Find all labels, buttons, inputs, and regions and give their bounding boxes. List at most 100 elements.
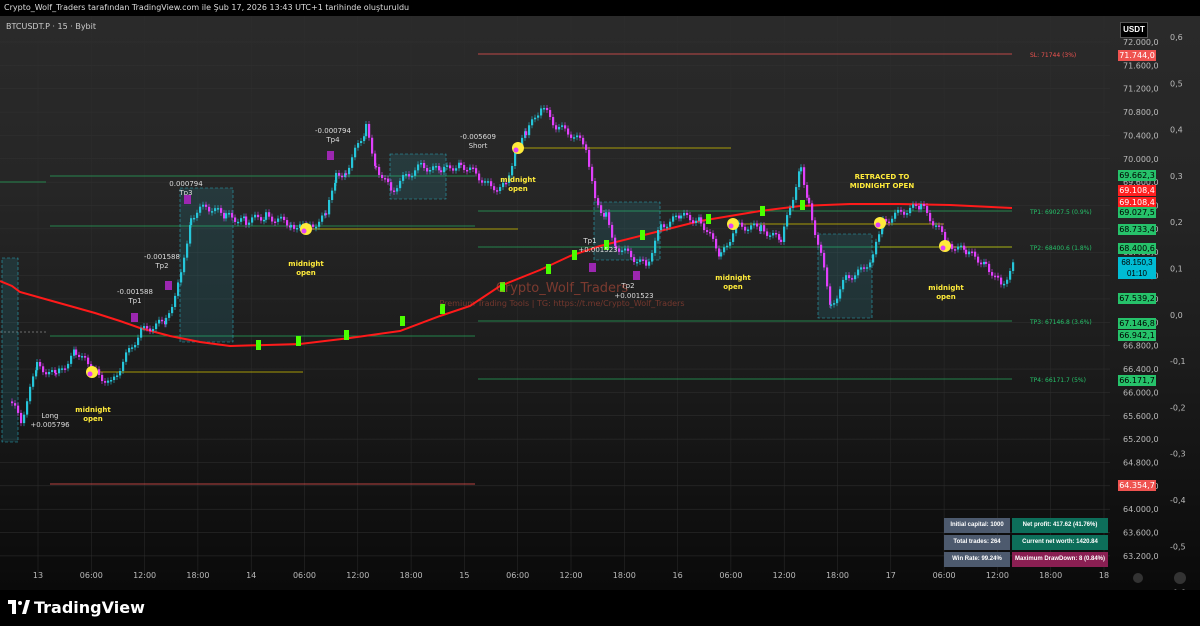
- candle: [499, 187, 502, 191]
- price-axis-label: 65.600,0: [1123, 412, 1159, 421]
- price-tag-label: 67.539,2: [1119, 294, 1155, 303]
- candle: [1006, 279, 1009, 284]
- candle: [683, 212, 686, 216]
- candle: [923, 204, 926, 207]
- candle: [202, 204, 205, 207]
- price-axis-label: 66.400,0: [1123, 365, 1159, 374]
- candle: [196, 212, 199, 218]
- candle: [493, 186, 496, 191]
- candle: [205, 204, 208, 207]
- candle: [534, 117, 537, 120]
- candle: [564, 125, 567, 129]
- candle: [149, 328, 152, 332]
- candle: [36, 362, 39, 371]
- candle: [531, 119, 534, 126]
- midnight-marker-dot: [513, 147, 519, 153]
- currency-button[interactable]: USDT: [1120, 22, 1148, 38]
- candle: [941, 226, 944, 232]
- candle: [155, 323, 158, 330]
- candle: [251, 217, 254, 223]
- candle: [695, 220, 698, 223]
- tp-marker: [131, 313, 138, 322]
- candle: [381, 174, 384, 179]
- candle: [968, 251, 971, 255]
- candle: [591, 166, 594, 182]
- tp-label: 0.000794: [169, 180, 203, 188]
- candle: [45, 372, 48, 375]
- candle: [472, 167, 475, 170]
- price-tag-label: 64.354,7: [1119, 481, 1155, 490]
- candle: [341, 175, 344, 178]
- candle: [567, 128, 570, 135]
- chart-area[interactable]: 72.000,0 71.600,0 71.200,0 70.800,0 70.400,0…: [0, 16, 1200, 598]
- tp-marker: [589, 263, 596, 272]
- candle: [78, 354, 81, 357]
- price-axis-label: 64.000,0: [1123, 505, 1159, 514]
- tp-label: Tp1: [582, 237, 596, 245]
- tp-label: +0.001523: [578, 246, 617, 254]
- candle: [73, 349, 76, 356]
- price-chart[interactable]: 72.000,0 71.600,0 71.200,0 70.800,0 70.400,0…: [0, 16, 1200, 598]
- candle: [338, 172, 341, 176]
- candle: [729, 241, 732, 246]
- time-axis-label: 12:00: [346, 571, 369, 580]
- candle: [621, 250, 624, 252]
- candle: [440, 170, 443, 173]
- candle: [296, 227, 299, 230]
- candle: [558, 126, 561, 130]
- candle: [1012, 262, 1015, 271]
- candle: [792, 199, 795, 208]
- midnight-open-label: midnight: [928, 284, 964, 292]
- candle: [75, 349, 78, 355]
- candle: [546, 107, 549, 111]
- tp-marker: [327, 151, 334, 160]
- candle: [122, 361, 125, 371]
- candle: [254, 214, 257, 218]
- candle: [286, 220, 289, 226]
- candle: [780, 239, 783, 242]
- supertrend-bull-mark: [546, 264, 551, 274]
- candle: [443, 166, 446, 173]
- candle: [753, 223, 756, 226]
- price-axis-label: 70.800,0: [1123, 108, 1159, 117]
- supertrend-bull-mark: [706, 214, 711, 224]
- pct-axis-label: 0,0: [1170, 311, 1183, 320]
- candle: [399, 180, 402, 189]
- level-label: TP3: 67146.8 (3.6%): [1029, 319, 1092, 326]
- candle: [186, 243, 189, 258]
- candle: [820, 244, 823, 253]
- candle: [70, 355, 73, 364]
- candle: [891, 218, 894, 223]
- candle: [496, 190, 499, 192]
- candle: [960, 245, 963, 248]
- candle: [42, 366, 45, 373]
- candle: [58, 368, 61, 374]
- symbol-label[interactable]: BTCUSDT.P · 15 · Bybit: [6, 22, 96, 31]
- candle: [680, 215, 683, 219]
- candle: [180, 272, 183, 283]
- candle: [240, 218, 243, 222]
- candle: [101, 374, 104, 382]
- candle: [549, 110, 552, 118]
- pct-axis-label: -0,5: [1170, 542, 1186, 551]
- candle: [963, 245, 966, 250]
- candle: [991, 272, 994, 276]
- midnight-open-label: open: [723, 283, 743, 291]
- candle: [321, 215, 324, 222]
- candle: [741, 222, 744, 227]
- candle: [636, 261, 639, 264]
- candle: [823, 252, 826, 268]
- time-axis-label: 18:00: [400, 571, 423, 580]
- candle: [618, 248, 621, 252]
- candle: [594, 181, 597, 199]
- candle: [994, 275, 997, 278]
- candle: [692, 220, 695, 223]
- candle: [265, 212, 268, 220]
- candle: [663, 224, 666, 228]
- time-axis-label: 17: [886, 571, 896, 580]
- candle: [763, 225, 766, 232]
- candle: [845, 275, 848, 280]
- tp-label: -0.000794: [315, 127, 351, 135]
- stats-table: Initial capital: 1000 Net profit: 417.62…: [944, 518, 1108, 567]
- tradingview-logo[interactable]: TradingView: [8, 597, 145, 617]
